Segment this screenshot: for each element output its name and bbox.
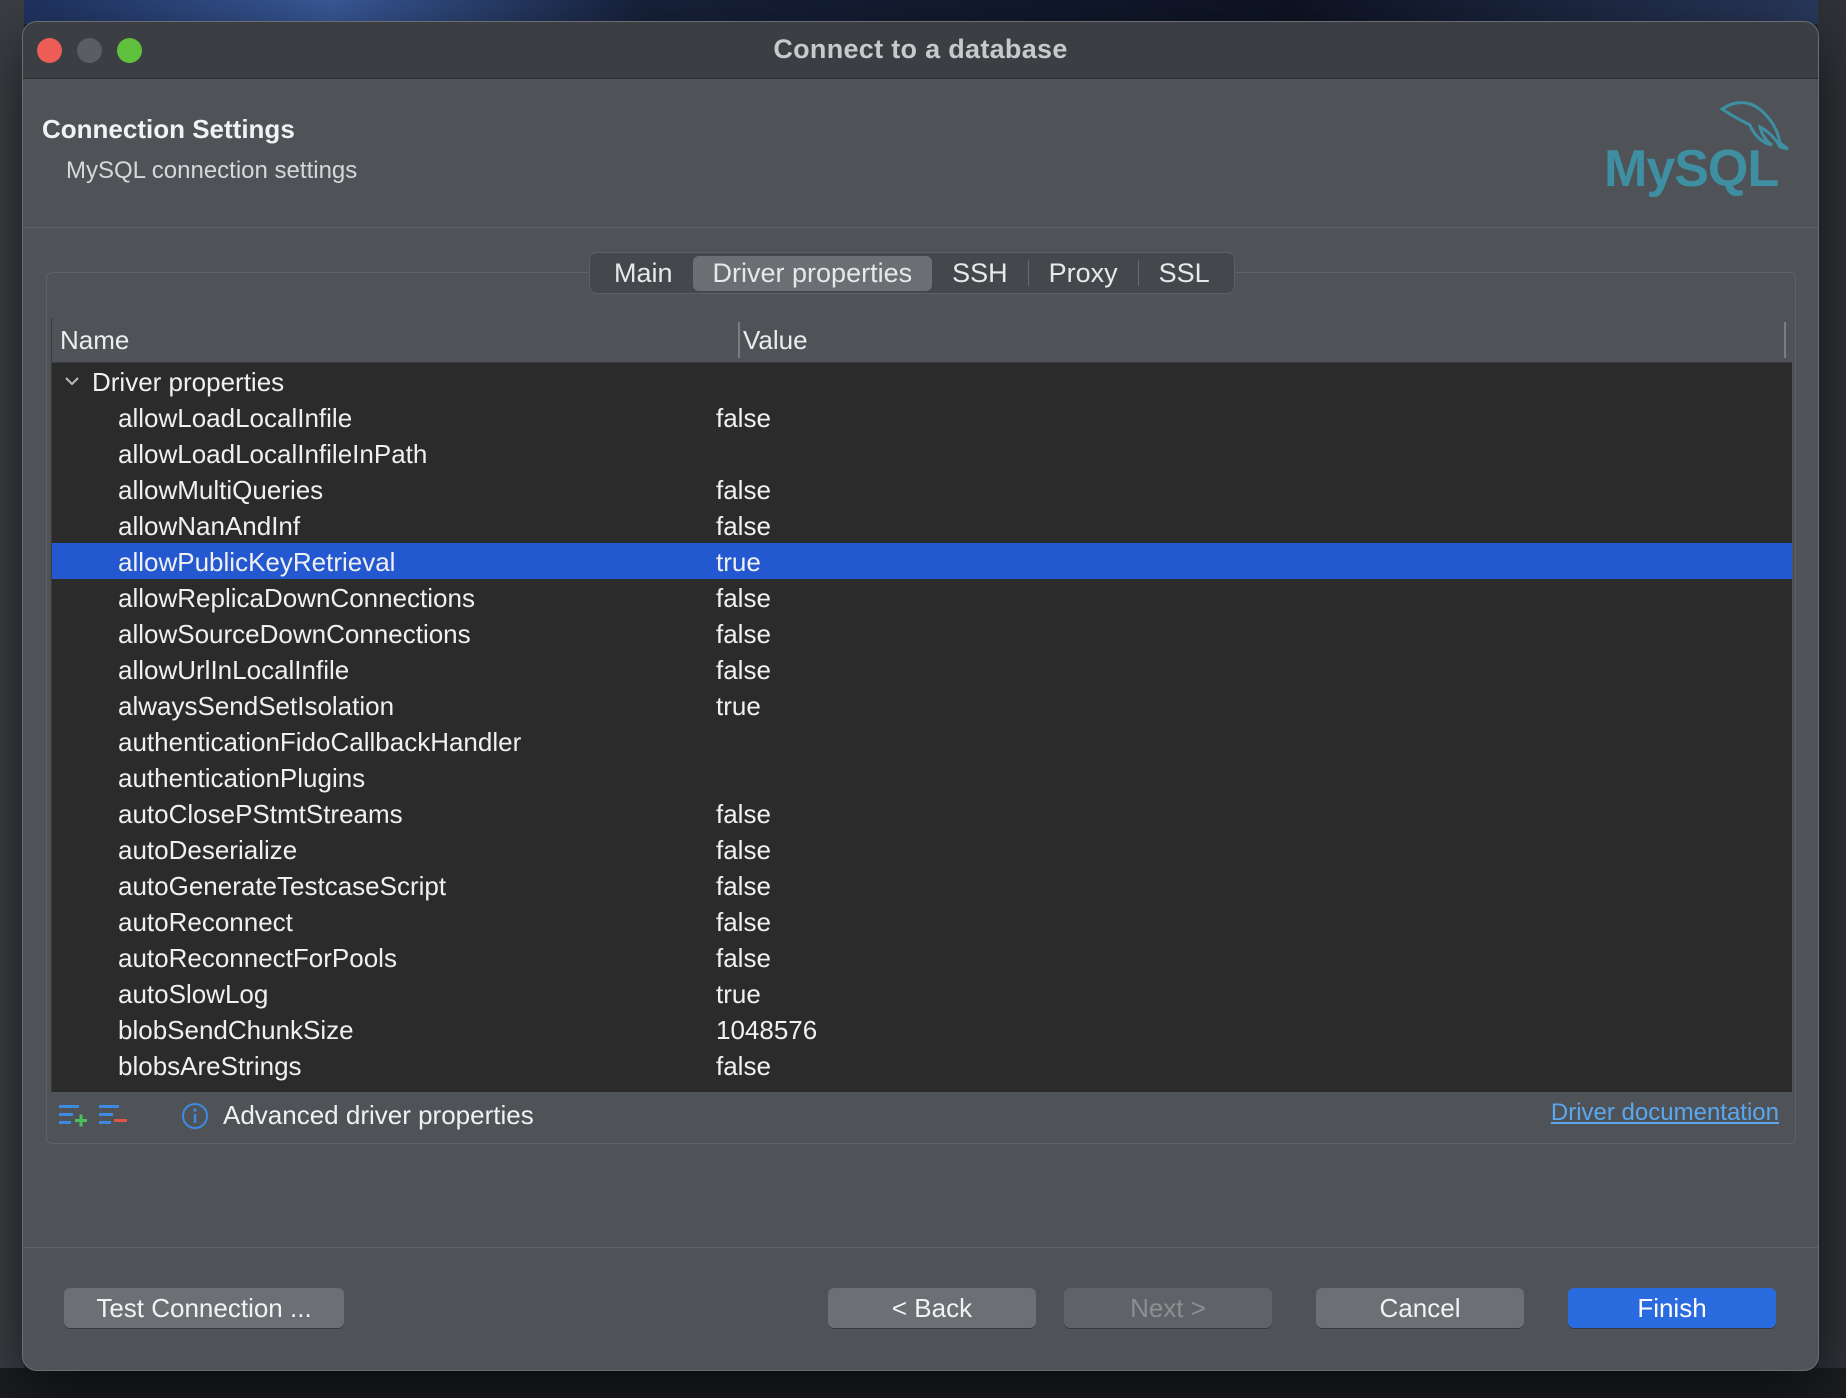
table-row[interactable]: autoGenerateTestcaseScript false xyxy=(52,867,1792,903)
properties-footer: Advanced driver properties Driver docume… xyxy=(51,1092,1791,1140)
property-value[interactable]: true xyxy=(716,979,761,1010)
background-window-left xyxy=(0,0,24,1398)
property-name: allowSourceDownConnections xyxy=(118,619,471,649)
property-name: authenticationFidoCallbackHandler xyxy=(118,727,522,757)
header-title: Connection Settings xyxy=(42,114,295,144)
info-icon xyxy=(182,1103,208,1129)
property-name: blobSendChunkSize xyxy=(118,1015,354,1045)
property-name: allowPublicKeyRetrieval xyxy=(118,547,396,577)
table-row[interactable]: blobSendChunkSize 1048576 xyxy=(52,1011,1792,1047)
test-connection-button[interactable]: Test Connection ... xyxy=(64,1288,344,1328)
table-row[interactable]: autoSlowLog true xyxy=(52,975,1792,1011)
column-resize-handle[interactable] xyxy=(738,322,740,358)
property-name: allowLoadLocalInfile xyxy=(118,403,353,433)
finish-button[interactable]: Finish xyxy=(1568,1288,1776,1328)
tree-group-driver-properties[interactable]: Driver properties xyxy=(52,363,1792,399)
table-row[interactable]: authenticationPlugins xyxy=(52,759,1792,795)
property-value[interactable]: true xyxy=(716,547,761,578)
table-row[interactable]: autoReconnect false xyxy=(52,903,1792,939)
properties-table[interactable]: Name Value Driver properties allowLoadLo… xyxy=(51,318,1792,1092)
table-row[interactable]: authenticationFidoCallbackHandler xyxy=(52,723,1792,759)
property-name: autoReconnectForPools xyxy=(118,943,397,973)
tab-proxy[interactable]: Proxy xyxy=(1029,256,1138,291)
property-value[interactable]: false xyxy=(716,799,771,830)
add-property-icon[interactable] xyxy=(57,1102,89,1130)
header-subtitle: MySQL connection settings xyxy=(66,157,358,184)
property-name: alwaysSendSetIsolation xyxy=(118,691,395,721)
table-row[interactable]: allowNanAndInf false xyxy=(52,507,1792,543)
property-value[interactable]: false xyxy=(716,871,771,902)
table-row[interactable]: allowLoadLocalInfileInPath xyxy=(52,435,1792,471)
window-title: Connect to a database xyxy=(773,34,1068,64)
property-value[interactable]: 1048576 xyxy=(716,1015,817,1046)
back-button[interactable]: < Back xyxy=(828,1288,1036,1328)
property-name: blobsAreStrings xyxy=(118,1051,302,1081)
property-value[interactable]: false xyxy=(716,907,771,938)
property-name: authenticationPlugins xyxy=(118,763,366,793)
next-button[interactable]: Next > xyxy=(1064,1288,1272,1328)
button-bar-divider xyxy=(23,1247,1818,1248)
table-header: Name Value xyxy=(52,318,1792,363)
table-body: Driver properties allowLoadLocalInfile fa… xyxy=(52,363,1792,1083)
advanced-properties-label: Advanced driver properties xyxy=(223,1100,534,1130)
property-name: autoDeserialize xyxy=(118,835,298,865)
tab-main[interactable]: Main xyxy=(594,256,693,291)
background-window-right xyxy=(1818,0,1846,1398)
property-name: autoReconnect xyxy=(118,907,293,937)
property-value[interactable]: false xyxy=(716,619,771,650)
property-value[interactable]: false xyxy=(716,403,771,434)
property-value[interactable]: false xyxy=(716,835,771,866)
desktop-background xyxy=(0,0,1846,24)
chevron-down-icon[interactable] xyxy=(62,371,82,391)
column-header-name[interactable]: Name xyxy=(60,325,129,356)
property-value[interactable]: false xyxy=(716,1051,771,1082)
column-header-value[interactable]: Value xyxy=(743,325,808,356)
table-row[interactable]: autoReconnectForPools false xyxy=(52,939,1792,975)
cancel-button[interactable]: Cancel xyxy=(1316,1288,1524,1328)
tab-bar: Main Driver properties SSH Proxy SSL xyxy=(589,252,1235,294)
desktop-bottom xyxy=(0,1368,1846,1398)
property-value[interactable]: false xyxy=(716,583,771,614)
property-name: autoSlowLog xyxy=(118,979,269,1009)
property-name: autoGenerateTestcaseScript xyxy=(118,871,447,901)
property-name: allowUrlInLocalInfile xyxy=(118,655,350,685)
table-row[interactable]: allowPublicKeyRetrieval true xyxy=(52,543,1792,579)
property-name: allowLoadLocalInfileInPath xyxy=(118,439,428,469)
remove-property-icon[interactable] xyxy=(97,1102,129,1130)
table-row[interactable]: allowLoadLocalInfile false xyxy=(52,399,1792,435)
table-row[interactable]: blobsAreStrings false xyxy=(52,1047,1792,1083)
mysql-logo: MySQL xyxy=(1604,101,1789,198)
property-name: allowMultiQueries xyxy=(118,475,324,505)
table-row[interactable]: allowReplicaDownConnections false xyxy=(52,579,1792,615)
property-value[interactable]: false xyxy=(716,511,771,542)
tab-ssh[interactable]: SSH xyxy=(932,256,1028,291)
property-value[interactable]: false xyxy=(716,943,771,974)
title-bar[interactable]: Connect to a database xyxy=(23,22,1818,79)
logo-my-text: MySQL xyxy=(1604,140,1778,198)
table-row[interactable]: autoDeserialize false xyxy=(52,831,1792,867)
tab-ssl[interactable]: SSL xyxy=(1139,256,1230,291)
connect-dialog: Connect to a database Connection Setting… xyxy=(23,22,1818,1370)
driver-documentation-link[interactable]: Driver documentation xyxy=(1551,1099,1779,1127)
group-label: Driver properties xyxy=(92,367,285,397)
table-row[interactable]: autoClosePStmtStreams false xyxy=(52,795,1792,831)
dialog-header: Connection Settings MySQL connection set… xyxy=(23,79,1818,228)
table-row[interactable]: allowUrlInLocalInfile false xyxy=(52,651,1792,687)
table-row[interactable]: allowSourceDownConnections false xyxy=(52,615,1792,651)
property-name: allowReplicaDownConnections xyxy=(118,583,475,613)
table-row[interactable]: allowMultiQueries false xyxy=(52,471,1792,507)
property-name: allowNanAndInf xyxy=(118,511,301,541)
column-resize-handle[interactable] xyxy=(1784,322,1786,358)
property-value[interactable]: true xyxy=(716,691,761,722)
tab-driver-properties[interactable]: Driver properties xyxy=(692,255,933,291)
property-value[interactable]: false xyxy=(716,475,771,506)
property-value[interactable]: false xyxy=(716,655,771,686)
property-name: autoClosePStmtStreams xyxy=(118,799,403,829)
table-row[interactable]: alwaysSendSetIsolation true xyxy=(52,687,1792,723)
